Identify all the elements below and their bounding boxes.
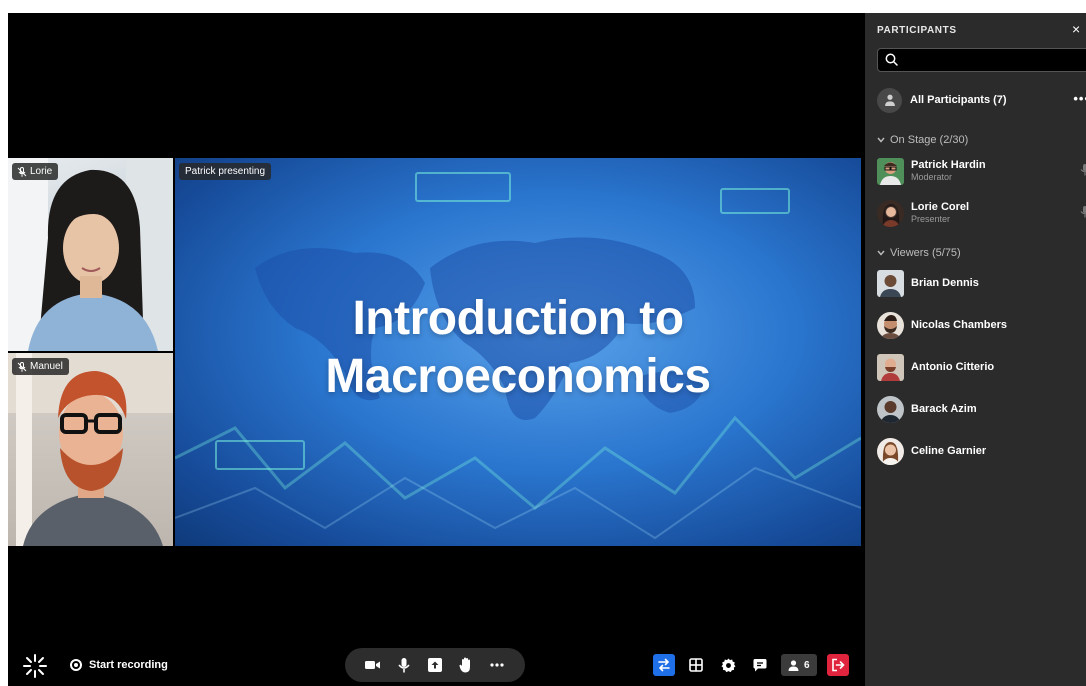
settings-icon (720, 657, 736, 672)
participant-role: Presenter (911, 214, 951, 224)
avatar (877, 437, 904, 465)
settings-button[interactable] (717, 654, 739, 676)
more-options-button[interactable]: ••• (1073, 91, 1086, 106)
participants-panel: PARTICIPANTS × All Participants (7) ••• … (865, 13, 1086, 686)
on-stage-section-toggle[interactable]: On Stage (2/30) (877, 134, 968, 146)
participant-name: Brian Dennis (911, 276, 979, 289)
decor-box (215, 440, 305, 470)
tile-name-label: Manuel (30, 361, 63, 372)
video-manuel (8, 353, 173, 546)
start-recording-label: Start recording (89, 659, 168, 671)
camera-button[interactable] (363, 655, 383, 675)
meeting-window: Lorie Manuel Patrick presenting Introduc… (8, 13, 1086, 686)
share-screen-icon (427, 658, 442, 672)
mic-off-icon (17, 361, 27, 372)
presenter-tag: Patrick presenting (179, 163, 272, 180)
grid-icon (689, 658, 703, 672)
tile-name-label: Lorie (30, 166, 53, 177)
share-screen-button[interactable] (425, 655, 445, 675)
mic-off-icon (17, 166, 27, 177)
chevron-down-icon (877, 250, 885, 256)
participant-search (877, 48, 1086, 72)
participant-row[interactable]: Celine Garnier (877, 436, 1086, 466)
all-participants-label: All Participants (7) (910, 94, 1007, 106)
participant-name: Celine Garnier (911, 444, 987, 457)
tile-name-tag: Lorie (12, 163, 59, 180)
avatar (877, 199, 904, 227)
raise-hand-button[interactable] (456, 655, 476, 675)
participant-name: Nicolas Chambers (911, 318, 1007, 331)
viewers-section-toggle[interactable]: Viewers (5/75) (877, 247, 961, 259)
brand-icon (23, 654, 47, 678)
mic-icon (1080, 206, 1086, 218)
participant-row[interactable]: Patrick Hardin Moderator (877, 156, 1086, 186)
presentation-stage[interactable]: Patrick presenting Introduction to Macro… (175, 158, 861, 546)
media-controls (345, 648, 525, 682)
chat-icon (753, 659, 767, 672)
panel-title: PARTICIPANTS (877, 25, 957, 36)
search-icon (885, 53, 898, 66)
all-participants-row[interactable]: All Participants (7) ••• (877, 87, 1086, 113)
mic-icon (398, 657, 410, 672)
avatar (877, 157, 904, 185)
mic-icon (1080, 164, 1086, 176)
person-icon (884, 94, 895, 106)
camera-icon (364, 661, 380, 669)
switch-icon (658, 658, 670, 672)
participant-row[interactable]: Lorie Corel Presenter (877, 198, 1086, 228)
participant-row[interactable]: Barack Azim (877, 394, 1086, 424)
participants-count: 6 (804, 659, 810, 671)
decor-box (415, 172, 511, 202)
chat-button[interactable] (749, 654, 771, 676)
participants-toggle-button[interactable]: 6 (781, 654, 817, 676)
participant-name: Patrick Hardin (911, 159, 986, 171)
participant-row[interactable]: Antonio Citterio (877, 352, 1086, 382)
avatar (877, 311, 904, 339)
more-options-button[interactable] (487, 655, 507, 675)
participant-name: Antonio Citterio (911, 360, 995, 373)
raise-hand-icon (459, 657, 471, 673)
start-recording-button[interactable]: Start recording (70, 659, 168, 671)
group-avatar (877, 87, 902, 113)
participant-name: Barack Azim (911, 402, 977, 415)
switch-layout-button[interactable] (653, 654, 675, 676)
grid-view-button[interactable] (685, 654, 707, 676)
microphone-button[interactable] (394, 655, 414, 675)
search-input[interactable] (902, 51, 1082, 69)
avatar (877, 269, 904, 297)
leave-icon (831, 658, 845, 672)
participant-role: Moderator (911, 172, 953, 182)
video-tile-manuel[interactable]: Manuel (8, 353, 173, 546)
right-toolbar: 6 (653, 654, 849, 676)
video-tile-lorie[interactable]: Lorie (8, 158, 173, 351)
person-icon (788, 659, 799, 671)
viewers-header: Viewers (5/75) (890, 247, 961, 259)
on-stage-header: On Stage (2/30) (890, 134, 969, 146)
participant-name: Lorie Corel (911, 201, 970, 213)
decor-box (720, 188, 790, 214)
close-panel-button[interactable]: × (1072, 21, 1086, 37)
avatar (877, 395, 904, 423)
close-icon: × (1072, 21, 1081, 37)
avatar (877, 353, 904, 381)
tile-name-tag: Manuel (12, 358, 69, 375)
leave-button[interactable] (826, 654, 849, 676)
chevron-down-icon (877, 137, 885, 143)
record-icon (70, 659, 82, 671)
more-icon (490, 663, 504, 667)
slide-title: Introduction to Macroeconomics (325, 292, 711, 403)
participant-row[interactable]: Nicolas Chambers (877, 310, 1086, 340)
video-lorie (8, 158, 173, 351)
participant-row[interactable]: Brian Dennis (877, 268, 1086, 298)
